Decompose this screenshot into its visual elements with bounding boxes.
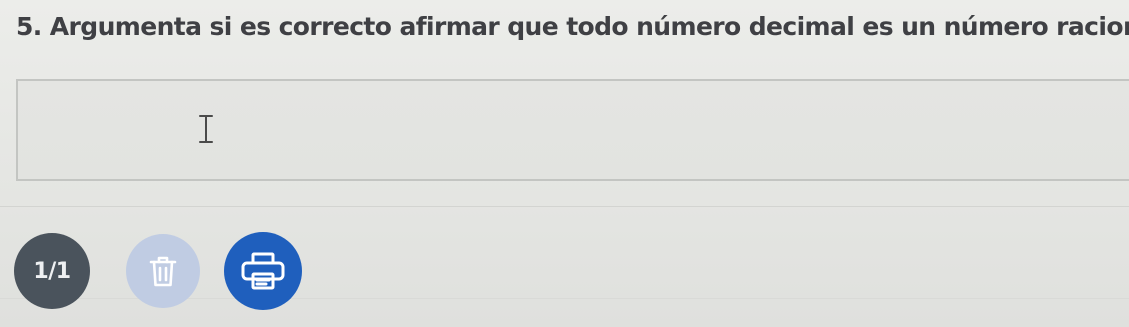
print-button[interactable] [224, 232, 302, 310]
trash-icon [149, 256, 177, 287]
printer-icon [241, 252, 285, 290]
answer-input[interactable] [16, 79, 1129, 181]
page-counter: 1/1 [14, 233, 90, 309]
separator-line [0, 206, 1129, 207]
question-text: 5. Argumenta si es correcto afirmar que … [16, 12, 1129, 41]
text-cursor-icon [199, 115, 213, 143]
delete-button[interactable] [126, 234, 200, 308]
page-counter-label: 1/1 [33, 258, 71, 284]
